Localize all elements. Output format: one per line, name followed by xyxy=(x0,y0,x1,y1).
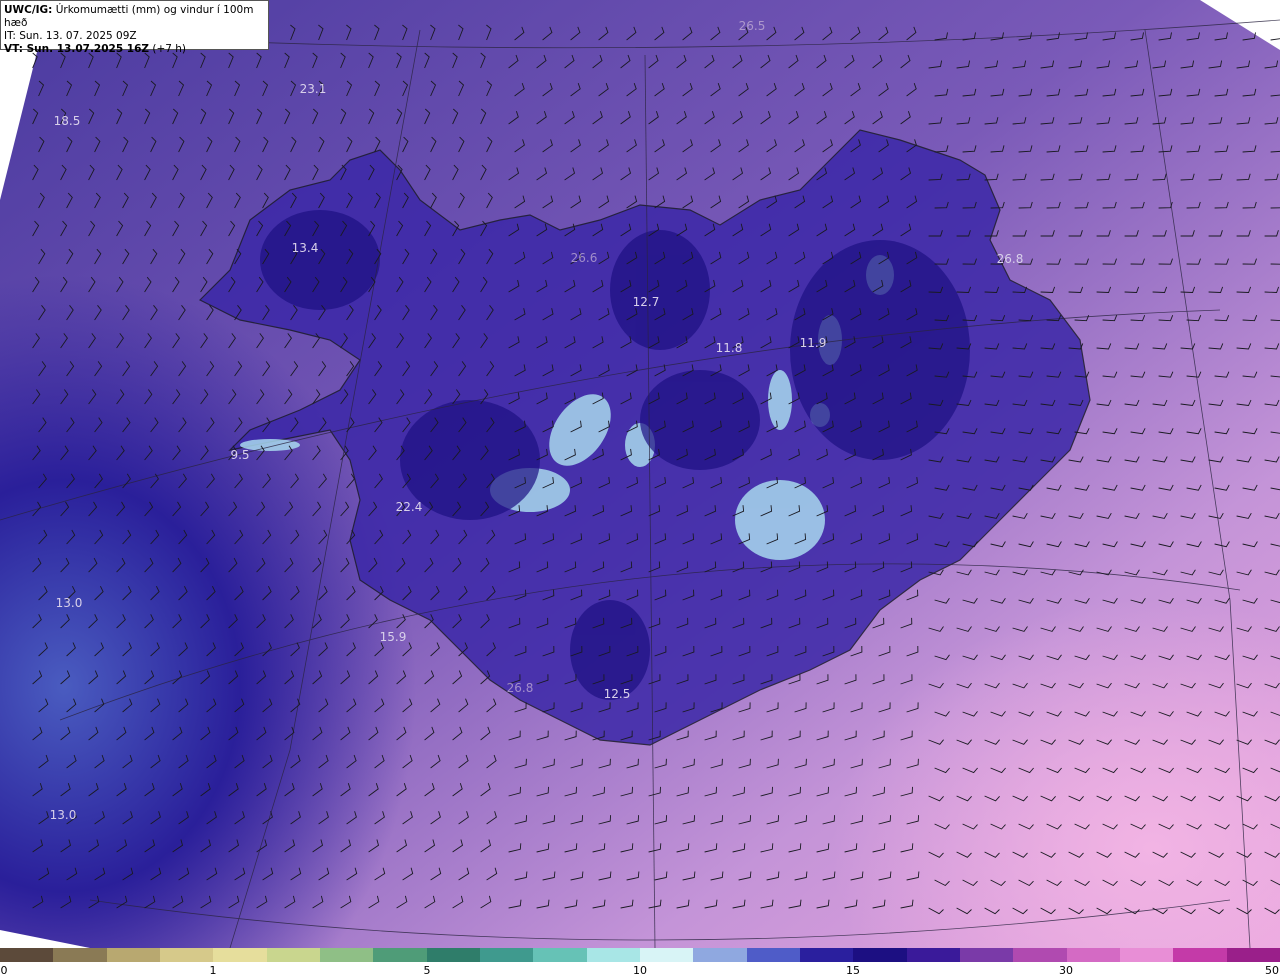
map-info-box: UWC/IG: Úrkomumætti (mm) og vindur í 100… xyxy=(0,0,269,55)
colorbar-swatch xyxy=(533,948,587,962)
value-label: 13.0 xyxy=(55,596,83,610)
colorbar-swatch xyxy=(746,948,800,962)
colorbar-swatch xyxy=(799,948,854,962)
precipitation-map xyxy=(0,0,1280,948)
value-label: 12.7 xyxy=(632,295,660,309)
colorbar-swatch xyxy=(213,948,267,962)
value-label: 26.8 xyxy=(506,681,534,695)
colorbar-tick-label: 0 xyxy=(0,964,8,977)
value-label: 9.5 xyxy=(230,448,250,462)
colorbar-swatch xyxy=(106,948,160,962)
info-title-line: UWC/IG: Úrkomumætti (mm) og vindur í 100… xyxy=(4,4,265,30)
initial-time: IT: Sun. 13. 07. 2025 09Z xyxy=(4,30,137,42)
value-label: 12.5 xyxy=(603,687,631,701)
colorbar-swatch xyxy=(0,948,54,962)
colorbar: 0 1 5 10 15 30 50 xyxy=(0,948,1280,978)
product-code: UWC/IG: xyxy=(4,4,53,16)
colorbar-tick-label: 10 xyxy=(633,964,647,977)
value-label: 15.9 xyxy=(379,630,407,644)
colorbar-swatch xyxy=(959,948,1014,962)
colorbar-swatch xyxy=(1119,948,1174,962)
value-label: 11.9 xyxy=(799,336,827,350)
colorbar-swatch xyxy=(1226,948,1280,962)
valid-time-line: VT: Sun. 13.07.2025 16Z (+7 h) xyxy=(4,43,265,56)
value-label: 26.6 xyxy=(570,251,598,265)
value-label: 23.1 xyxy=(299,82,327,96)
colorbar-swatch xyxy=(319,948,374,962)
colorbar-strip xyxy=(0,948,1280,962)
colorbar-swatch xyxy=(53,948,107,962)
colorbar-swatch xyxy=(639,948,694,962)
value-label: 13.0 xyxy=(49,808,77,822)
value-label: 26.5 xyxy=(738,19,766,33)
colorbar-swatch xyxy=(1173,948,1227,962)
valid-time: VT: Sun. 13.07.2025 16Z xyxy=(4,43,150,55)
colorbar-swatch xyxy=(479,948,534,962)
colorbar-swatch xyxy=(586,948,640,962)
lead-time: (+7 h) xyxy=(149,43,187,55)
value-label: 22.4 xyxy=(395,500,423,514)
colorbar-tick-label: 30 xyxy=(1059,964,1073,977)
colorbar-tick-label: 1 xyxy=(209,964,217,977)
colorbar-tick-label: 15 xyxy=(846,964,860,977)
colorbar-swatch xyxy=(906,948,960,962)
colorbar-swatch xyxy=(159,948,214,962)
colorbar-tick-label: 50 xyxy=(1265,964,1279,977)
colorbar-swatch xyxy=(266,948,320,962)
value-label: 11.8 xyxy=(715,341,743,355)
colorbar-swatch xyxy=(1066,948,1120,962)
weather-map-view: 26.5 23.1 18.5 13.4 26.6 12.7 11.8 11.9 26.8 9.5 2… xyxy=(0,0,1280,978)
colorbar-swatch xyxy=(373,948,427,962)
value-label: 18.5 xyxy=(53,114,81,128)
value-label: 26.8 xyxy=(996,252,1024,266)
colorbar-swatch xyxy=(853,948,907,962)
colorbar-swatch xyxy=(1013,948,1067,962)
colorbar-tick-label: 5 xyxy=(423,964,431,977)
value-label: 13.4 xyxy=(291,241,319,255)
colorbar-swatch xyxy=(693,948,747,962)
colorbar-swatch xyxy=(426,948,480,962)
